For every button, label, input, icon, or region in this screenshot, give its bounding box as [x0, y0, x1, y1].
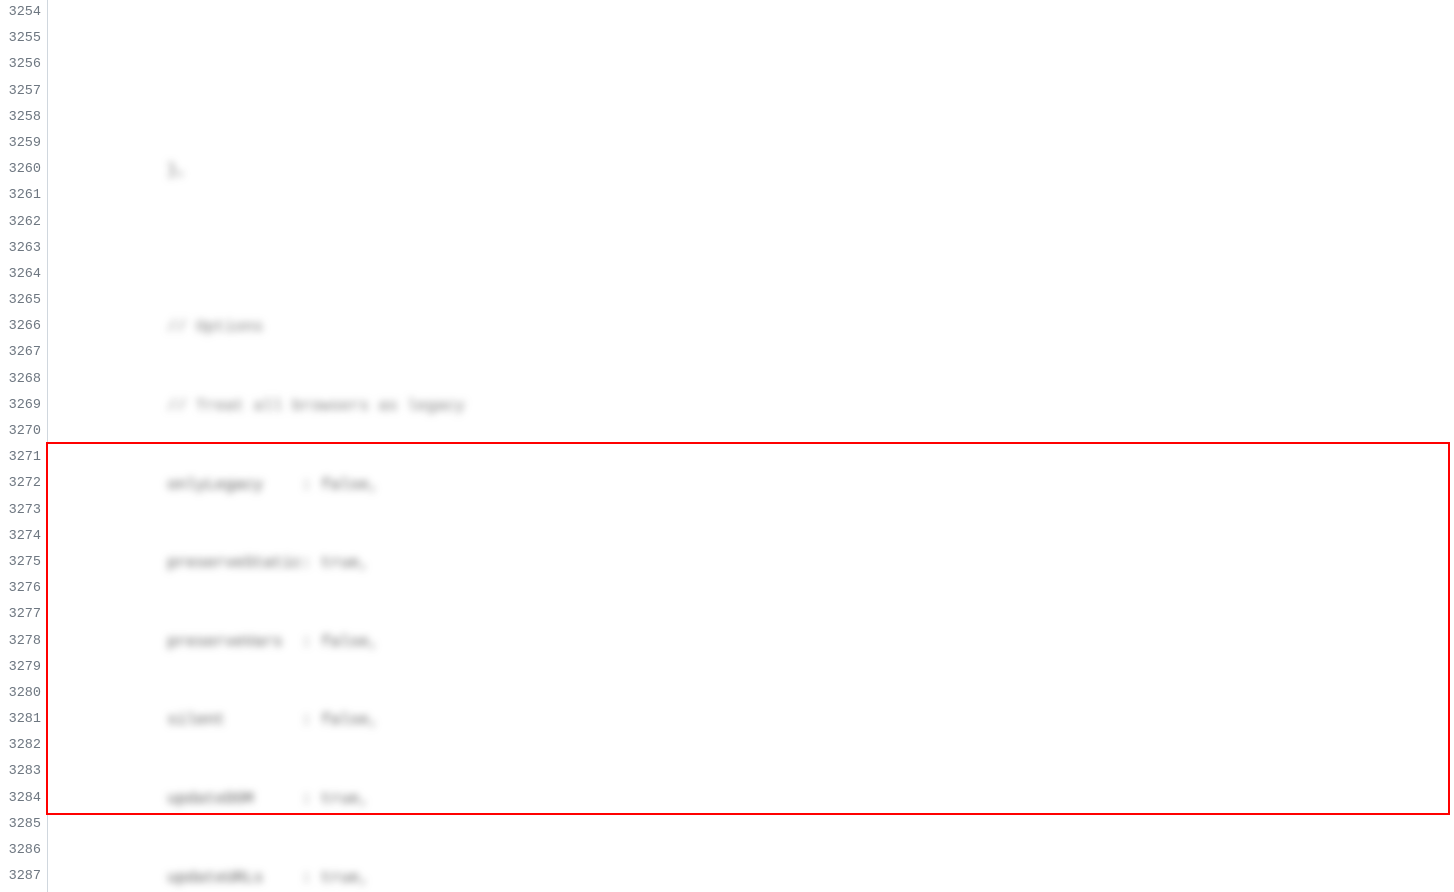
code-editor: 3254325532563257325832593260326132623263…: [0, 0, 1454, 892]
line-number: 3273: [0, 498, 41, 524]
line-number: 3283: [0, 759, 41, 785]
line-number: 3255: [0, 26, 41, 52]
code-line: updateURLs : true,: [52, 865, 1454, 891]
code-line: updateDOM : true,: [52, 786, 1454, 812]
line-number: 3272: [0, 471, 41, 497]
line-number: 3279: [0, 655, 41, 681]
line-number: 3275: [0, 550, 41, 576]
line-number: 3262: [0, 210, 41, 236]
code-line: preserveStatic: true,: [52, 550, 1454, 576]
code-line: silent : false,: [52, 707, 1454, 733]
line-number: 3254: [0, 0, 41, 26]
line-number: 3284: [0, 786, 41, 812]
line-number: 3259: [0, 131, 41, 157]
line-number: 3287: [0, 864, 41, 890]
line-number: 3280: [0, 681, 41, 707]
code-line: onlyLegacy : false,: [52, 472, 1454, 498]
code-line: [52, 236, 1454, 262]
comment-text: // Options: [52, 318, 263, 336]
line-number: 3282: [0, 733, 41, 759]
line-number: 3257: [0, 79, 41, 105]
line-number: 3285: [0, 812, 41, 838]
line-number: 3263: [0, 236, 41, 262]
code-line: // Options: [52, 314, 1454, 340]
line-number: 3271: [0, 445, 41, 471]
line-number-gutter: 3254325532563257325832593260326132623263…: [0, 0, 48, 892]
line-number: 3267: [0, 340, 41, 366]
line-number: 3281: [0, 707, 41, 733]
line-number: 3265: [0, 288, 41, 314]
line-number: 3269: [0, 393, 41, 419]
line-number: 3258: [0, 105, 41, 131]
line-number: 3261: [0, 183, 41, 209]
code-line: // Treat all browsers as legacy: [52, 393, 1454, 419]
line-number: 3277: [0, 602, 41, 628]
code-line: preserveVars : false,: [52, 629, 1454, 655]
line-number: 3274: [0, 524, 41, 550]
line-number: 3256: [0, 52, 41, 78]
comment-text: // Treat all browsers as legacy: [52, 397, 465, 415]
line-number: 3276: [0, 576, 41, 602]
line-number: 3278: [0, 629, 41, 655]
line-number: 3266: [0, 314, 41, 340]
line-number: 3268: [0, 367, 41, 393]
line-number: 3264: [0, 262, 41, 288]
line-number: 3286: [0, 838, 41, 864]
line-number: 3270: [0, 419, 41, 445]
code-line: },: [52, 157, 1454, 183]
code-pane[interactable]: }, // Options // Treat all browsers as l…: [48, 0, 1454, 892]
blurred-region: }, // Options // Treat all browsers as l…: [52, 105, 1454, 892]
line-number: 3260: [0, 157, 41, 183]
